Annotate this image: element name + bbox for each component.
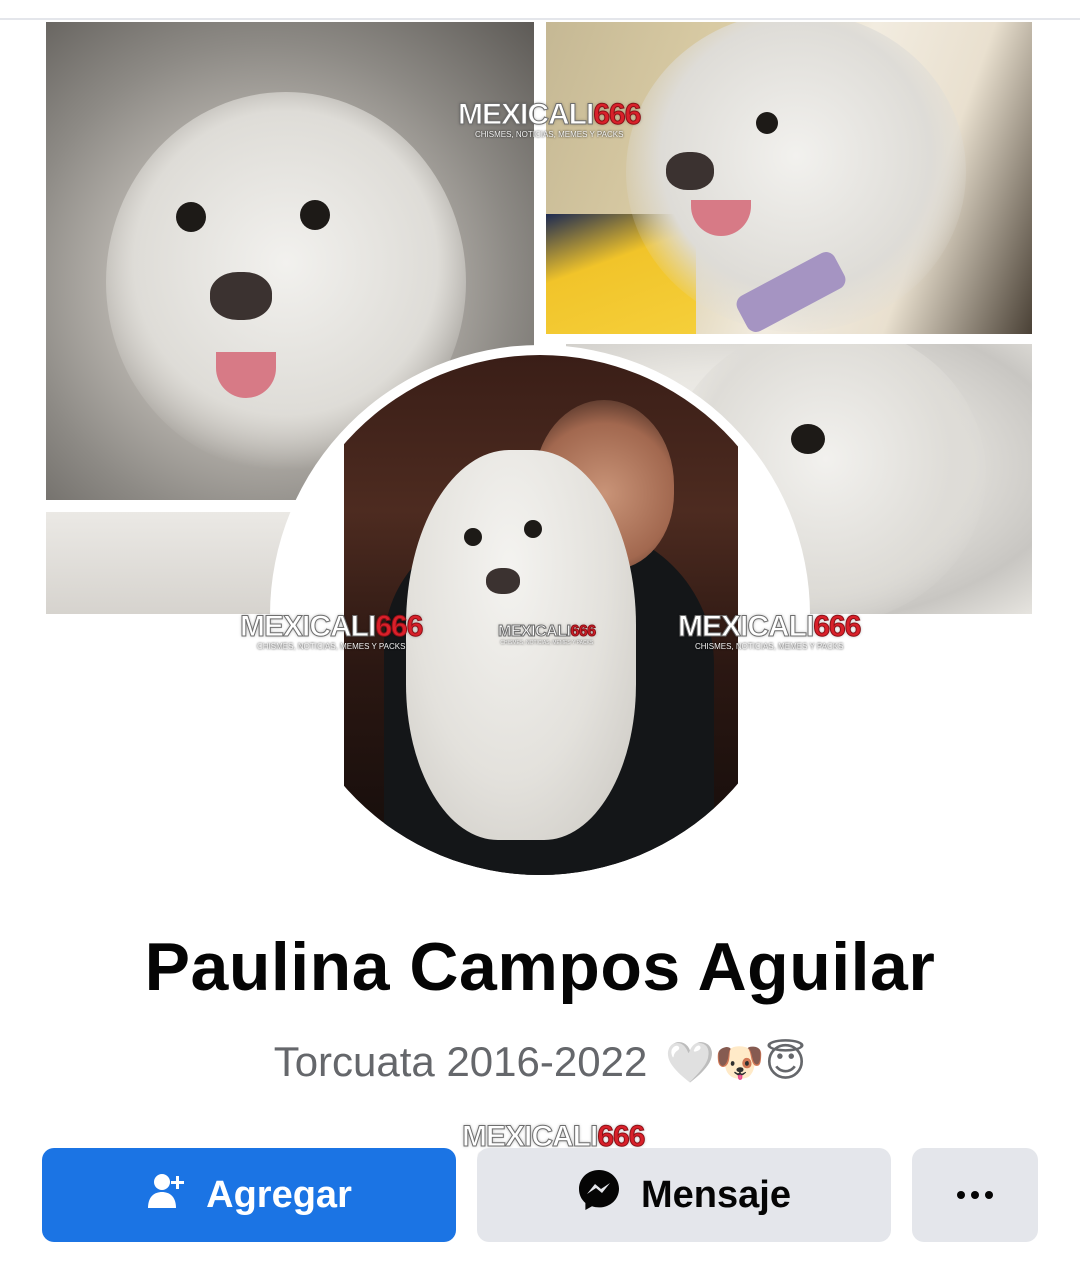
add-friend-icon <box>146 1170 186 1220</box>
dog-eye <box>176 202 206 232</box>
more-options-button[interactable] <box>912 1148 1038 1242</box>
profile-bio-emojis: 🤍🐶😇 <box>664 1040 807 1086</box>
messenger-icon <box>577 1168 621 1222</box>
cover-photo-tile-dog-collar <box>546 22 1032 334</box>
message-label: Mensaje <box>641 1173 791 1216</box>
dog-nose <box>666 152 714 190</box>
dog-eye <box>300 200 330 230</box>
profile-bio-text: Torcuata 2016-2022 <box>273 1038 648 1085</box>
dog-eye <box>791 424 825 454</box>
watermark-logo: MEXICALI666 CHISMES, NOTICIAS, MEMES Y P… <box>457 98 641 139</box>
watermark-logo: MEXICALI666 CHISMES, NOTICIAS, MEMES Y P… <box>677 610 861 651</box>
message-button[interactable]: Mensaje <box>477 1148 891 1242</box>
dog-eye <box>756 112 778 134</box>
add-friend-label: Agregar <box>206 1173 352 1216</box>
add-friend-button[interactable]: Agregar <box>42 1148 456 1242</box>
profile-bio: Torcuata 2016-2022 🤍🐶😇 <box>0 1038 1080 1086</box>
dog-eye <box>464 528 482 546</box>
dog-eye <box>524 520 542 538</box>
dog-nose <box>486 568 520 594</box>
more-options-icon <box>957 1191 993 1199</box>
profile-name: Paulina Campos Aguilar <box>144 929 936 1005</box>
watermark-logo: MEXICALI666 CHISMES, NOTICIAS, MEMES Y P… <box>497 623 596 646</box>
dog-nose <box>210 272 272 320</box>
watermark-logo: MEXICALI666 CHISMES, NOTICIAS, MEMES Y P… <box>239 610 423 651</box>
top-divider <box>0 18 1080 20</box>
